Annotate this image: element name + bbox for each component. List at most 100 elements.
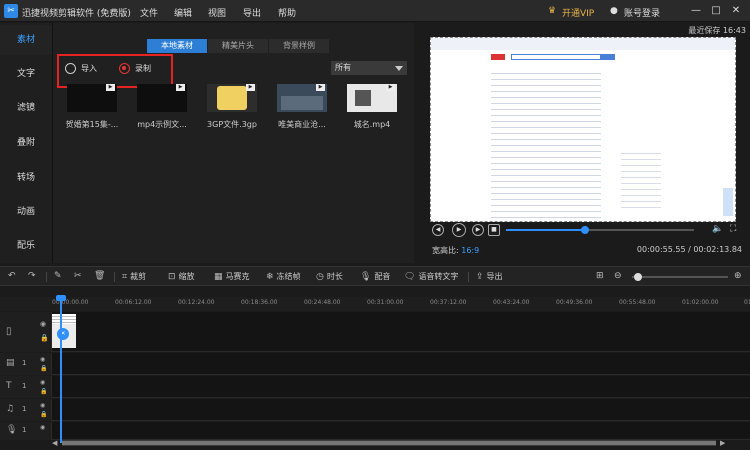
tab-backgrounds[interactable]: 背景样例: [269, 39, 329, 53]
maximize-button[interactable]: □: [708, 3, 724, 19]
stop-button[interactable]: ■: [488, 224, 500, 236]
time-tick: 00:49:36.00: [556, 299, 593, 306]
crop-button[interactable]: ⌗ 裁剪: [122, 271, 146, 282]
sidebar-item-music[interactable]: 配乐: [0, 231, 52, 261]
menu-file[interactable]: 文件: [140, 6, 158, 19]
speech-to-text-button[interactable]: 🗨 语音转文字: [404, 271, 458, 282]
timeline-ruler: 00:00:00.00 00:06:12.00 00:12:24.00 00:1…: [0, 297, 750, 311]
fullscreen-icon[interactable]: ⛶: [730, 224, 736, 234]
video-track[interactable]: ▤ 1 ◉ 🔒: [0, 353, 750, 375]
zoom-button[interactable]: ⊡ 缩放: [168, 271, 195, 282]
volume-icon[interactable]: 🔈: [712, 224, 723, 234]
video-icon: ▶: [386, 84, 395, 91]
playback-time: 00:00:55.55 / 00:02:13.84: [636, 245, 742, 254]
sidebar-item-transition[interactable]: 转场: [0, 163, 52, 193]
scroll-left-icon[interactable]: ◀: [52, 439, 57, 447]
menu-edit[interactable]: 编辑: [174, 6, 192, 19]
media-filter-select[interactable]: 所有: [331, 61, 407, 75]
menu-help[interactable]: 帮助: [278, 6, 296, 19]
preview-panel: 最近保存 16:43 ◀ ▶ ▶ ■ 🔈 ⛶ 宽高比: 16:9 00:00:5…: [418, 23, 750, 263]
lock-icon[interactable]: 🔒: [40, 411, 47, 418]
music-icon: ♫: [6, 404, 15, 414]
zoom-in-icon[interactable]: ⊕: [734, 271, 742, 281]
media-thumb-2[interactable]: ▶: [137, 84, 187, 112]
playhead[interactable]: [60, 300, 62, 443]
edit-toolbar: ↶ ↷ ✎ ✂ 🗑 ⌗ 裁剪 ⊡ 缩放 ▦ 马赛克 ❄ 冻结帧 ◷ 时长 🎙 配音 🗨 语音转…: [0, 266, 750, 286]
eye-icon[interactable]: ◉: [40, 320, 46, 328]
media-filter-value: 所有: [335, 63, 351, 72]
time-tick: 00:24:48.00: [304, 299, 341, 306]
eye-icon[interactable]: ◉: [40, 424, 45, 431]
progress-knob[interactable]: [580, 226, 589, 234]
media-thumb-5[interactable]: ▶: [347, 84, 397, 112]
eye-icon[interactable]: ◉: [40, 379, 45, 386]
record-label: 录制: [135, 64, 151, 73]
zoom-out-icon[interactable]: ⊖: [614, 271, 622, 281]
lock-icon[interactable]: 🔒: [40, 388, 47, 395]
delete-icon[interactable]: 🗑: [94, 271, 105, 281]
sidebar-item-material[interactable]: 素材: [0, 25, 52, 55]
import-button[interactable]: 导入: [65, 63, 97, 74]
prev-frame-button[interactable]: ◀: [432, 224, 444, 236]
media-thumb-1[interactable]: ▶: [67, 84, 117, 112]
track-header: ♫ 1 ◉ 🔒: [0, 399, 52, 421]
screen-browser-bar: [431, 38, 735, 50]
freeze-frame-button[interactable]: ❄ 冻结帧: [266, 271, 301, 282]
media-thumb-3[interactable]: ▶: [207, 84, 257, 112]
tab-intros[interactable]: 精美片头: [208, 39, 268, 53]
scrollbar-thumb[interactable]: [62, 441, 716, 445]
tab-local-media[interactable]: 本地素材: [147, 39, 207, 53]
undo-icon[interactable]: ↶: [8, 271, 16, 281]
media-panel: 本地素材 精美片头 背景样例 导入 录制 所有 ▶ ▶ ▶ ▶ ▶ 贺婚第15集…: [52, 23, 414, 263]
edit-icon[interactable]: ✎: [54, 271, 62, 281]
music-track[interactable]: ♫ 1 ◉ 🔒: [0, 399, 750, 421]
eye-icon[interactable]: ◉: [40, 402, 45, 409]
zoom-slider-knob[interactable]: [634, 273, 642, 281]
login-button[interactable]: 账号登录: [624, 6, 660, 19]
lock-icon[interactable]: 🔒: [40, 334, 49, 342]
sidebar-item-filter[interactable]: 滤镜: [0, 93, 52, 123]
scroll-right-icon[interactable]: ▶: [720, 439, 725, 447]
close-button[interactable]: ✕: [728, 3, 744, 19]
timeline-scrollbar[interactable]: [62, 440, 716, 446]
time-tick: 00:06:12.00: [115, 299, 152, 306]
record-button[interactable]: 录制: [119, 63, 151, 74]
menu-view[interactable]: 视图: [208, 6, 226, 19]
divider: [46, 272, 47, 282]
menu-export[interactable]: 导出: [243, 6, 261, 19]
zoom-slider[interactable]: [632, 273, 728, 281]
redo-icon[interactable]: ↷: [28, 271, 36, 281]
transition-icon[interactable]: ✕: [57, 328, 69, 340]
track-header: 🎙 1 ◉: [0, 422, 52, 440]
speech-icon: 🗨: [404, 271, 416, 282]
screen-search-btn: [601, 54, 615, 60]
export-button[interactable]: ⇪ 导出: [476, 271, 503, 282]
next-frame-button[interactable]: ▶: [472, 224, 484, 236]
crop-icon: ⌗: [122, 271, 128, 282]
sidebar-item-overlay[interactable]: 叠附: [0, 128, 52, 158]
play-button[interactable]: ▶: [452, 223, 466, 237]
video-main-track[interactable]: ▯ ◉ 🔒 ✕: [0, 312, 750, 352]
fit-icon[interactable]: ⊞: [596, 271, 604, 281]
voiceover-button[interactable]: 🎙 配音: [360, 271, 390, 282]
scissors-icon[interactable]: ✂: [74, 271, 82, 281]
sidebar-item-text[interactable]: 文字: [0, 59, 52, 89]
aspect-ratio-label: 宽高比:: [432, 246, 459, 255]
minimize-button[interactable]: —: [688, 3, 704, 19]
sidebar-item-animation[interactable]: 动画: [0, 197, 52, 227]
sidebar: 素材 文字 滤镜 叠附 转场 动画 配乐: [0, 23, 52, 263]
text-track[interactable]: T 1 ◉ 🔒: [0, 376, 750, 398]
video-clip[interactable]: ✕: [52, 314, 76, 348]
lock-icon[interactable]: 🔒: [40, 365, 47, 372]
duration-button[interactable]: ◷ 时长: [316, 271, 343, 282]
voice-track[interactable]: 🎙 1 ◉: [0, 422, 750, 440]
playback-progress[interactable]: [506, 226, 694, 234]
aspect-ratio[interactable]: 宽高比: 16:9: [432, 245, 479, 256]
video-icon: ▶: [106, 84, 115, 91]
vip-button[interactable]: 开通VIP: [562, 6, 594, 19]
mosaic-button[interactable]: ▦ 马赛克: [214, 271, 250, 282]
eye-icon[interactable]: ◉: [40, 356, 45, 363]
voiceover-label: 配音: [374, 272, 391, 281]
clock-icon: ◷: [316, 271, 324, 282]
media-thumb-4[interactable]: ▶: [277, 84, 327, 112]
